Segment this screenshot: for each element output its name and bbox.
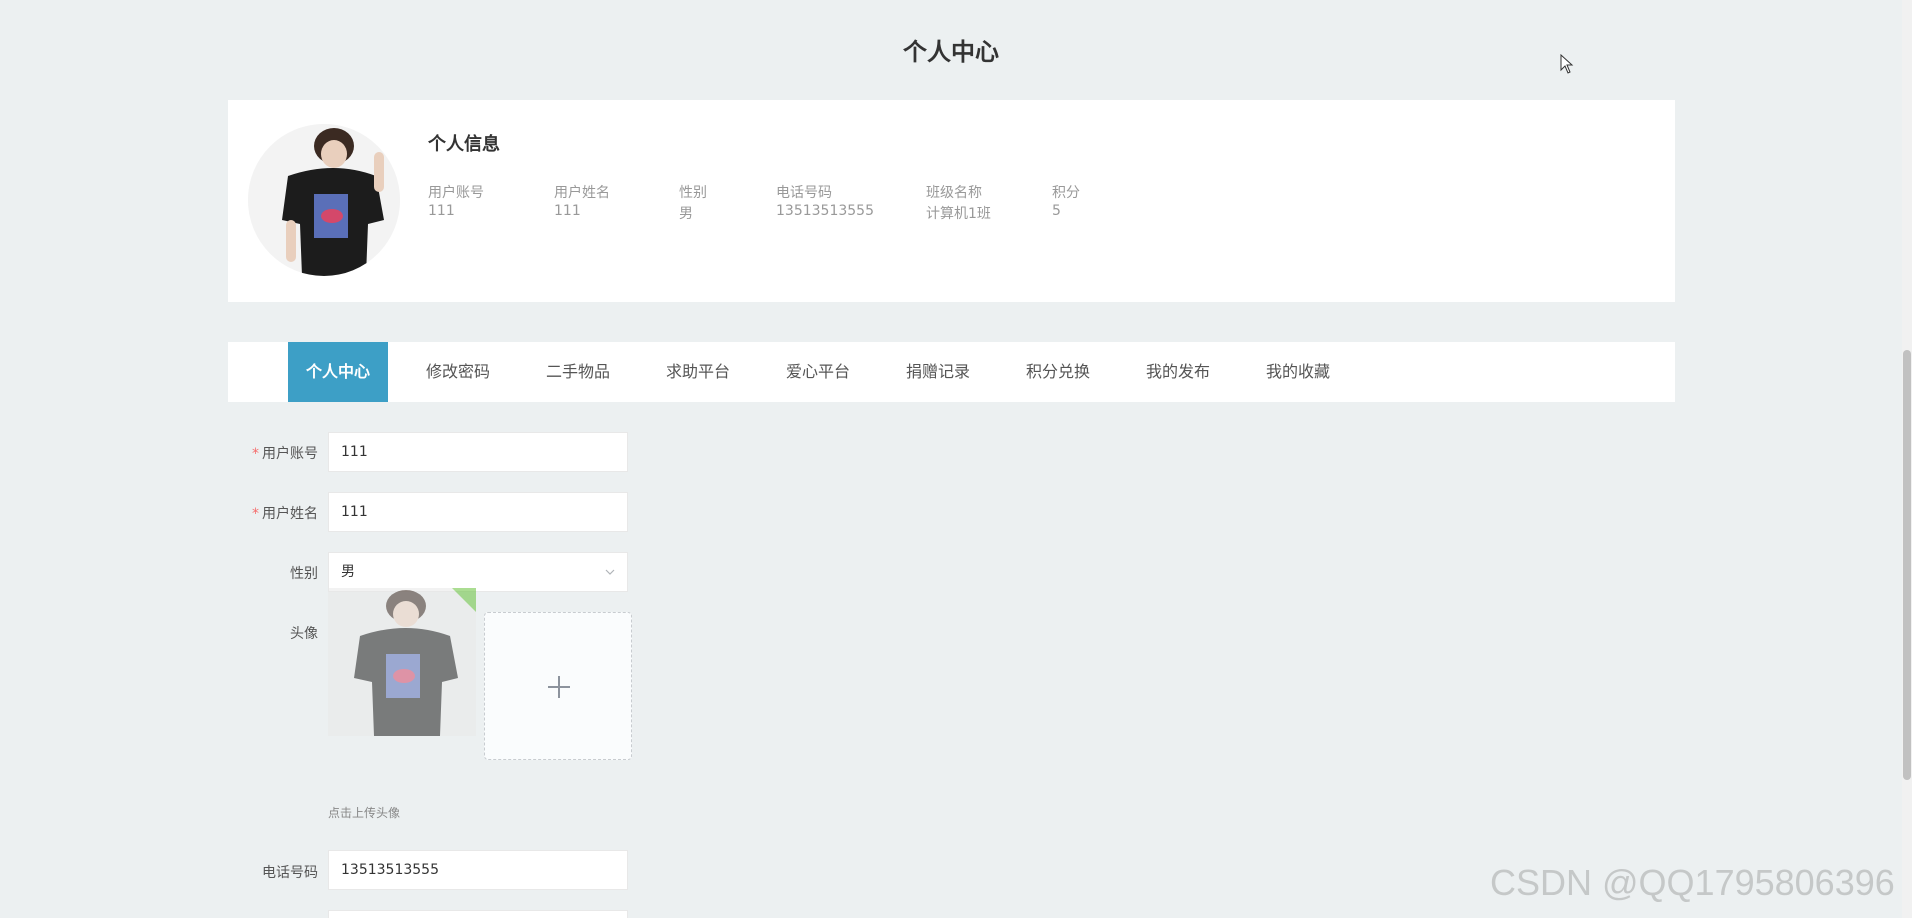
tab-my-favorites[interactable]: 我的收藏 <box>1248 342 1348 402</box>
name-label: * 用户姓名 <box>228 503 318 523</box>
tab-change-password[interactable]: 修改密码 <box>408 342 508 402</box>
profile-card: 个人信息 用户账号 111 用户姓名 111 性别 男 电话号码 1351351… <box>228 100 1675 302</box>
profile-heading: 个人信息 <box>428 134 500 155</box>
profile-field-phone: 电话号码 13513513555 <box>776 182 874 219</box>
profile-field-label: 性别 <box>679 185 707 201</box>
profile-field-label: 用户姓名 <box>554 185 610 201</box>
uploaded-avatar-image <box>328 588 476 736</box>
avatar-image <box>248 124 400 276</box>
tab-bar: 个人中心 修改密码 二手物品 求助平台 爱心平台 捐赠记录 积分兑换 我的发布 … <box>228 342 1675 402</box>
profile-field-label: 用户账号 <box>428 185 484 201</box>
tab-points-exchange[interactable]: 积分兑换 <box>1008 342 1108 402</box>
required-mark: * <box>252 506 259 522</box>
profile-field-points: 积分 5 <box>1052 182 1080 219</box>
page: 个人中心 个人信息 用户账号 111 用户姓名 111 性别 男 电话号码 13… <box>0 0 1912 918</box>
gender-label: 性别 <box>290 566 318 582</box>
scrollbar-thumb[interactable] <box>1903 350 1911 780</box>
account-label: * 用户账号 <box>228 443 318 463</box>
gender-select-value: 男 <box>341 564 355 580</box>
profile-field-account: 用户账号 111 <box>428 182 484 219</box>
watermark: CSDN @QQ1795806396 <box>1490 862 1895 903</box>
mouse-cursor-icon <box>1560 54 1574 74</box>
next-field-input[interactable] <box>328 910 628 918</box>
avatar-label: 头像 <box>290 626 318 642</box>
tab-help-platform[interactable]: 求助平台 <box>648 342 748 402</box>
name-label-text: 用户姓名 <box>262 506 318 522</box>
phone-label: 电话号码 <box>262 865 318 881</box>
tab-charity-platform[interactable]: 爱心平台 <box>768 342 868 402</box>
profile-field-value: 计算机1班 <box>926 206 991 222</box>
profile-field-value: 13513513555 <box>776 203 874 219</box>
scrollbar-track[interactable] <box>1902 0 1912 918</box>
profile-field-label: 积分 <box>1052 185 1080 201</box>
page-title: 个人中心 <box>903 38 999 66</box>
profile-field-gender: 性别 男 <box>679 182 707 223</box>
account-input[interactable] <box>328 432 628 472</box>
tab-donation-records[interactable]: 捐赠记录 <box>888 342 988 402</box>
account-label-text: 用户账号 <box>262 446 318 462</box>
name-input[interactable] <box>328 492 628 532</box>
profile-field-value: 111 <box>554 203 581 219</box>
chevron-down-icon <box>605 569 615 575</box>
avatar <box>248 124 400 276</box>
profile-field-value: 111 <box>428 203 455 219</box>
avatar-upload-button[interactable] <box>484 612 632 760</box>
profile-field-name: 用户姓名 111 <box>554 182 610 219</box>
profile-field-label: 电话号码 <box>776 185 832 201</box>
required-mark: * <box>252 446 259 462</box>
phone-input[interactable] <box>328 850 628 890</box>
profile-field-label: 班级名称 <box>926 185 982 201</box>
tab-personal-center[interactable]: 个人中心 <box>288 342 388 402</box>
gender-select[interactable]: 男 <box>328 552 628 592</box>
uploaded-avatar-thumbnail[interactable] <box>328 588 476 736</box>
tab-my-posts[interactable]: 我的发布 <box>1128 342 1228 402</box>
profile-field-value: 男 <box>679 206 693 222</box>
avatar-upload-tip: 点击上传头像 <box>328 806 401 820</box>
tab-second-hand[interactable]: 二手物品 <box>528 342 628 402</box>
profile-field-value: 5 <box>1052 203 1061 219</box>
profile-field-class: 班级名称 计算机1班 <box>926 182 991 223</box>
plus-icon <box>558 676 560 698</box>
